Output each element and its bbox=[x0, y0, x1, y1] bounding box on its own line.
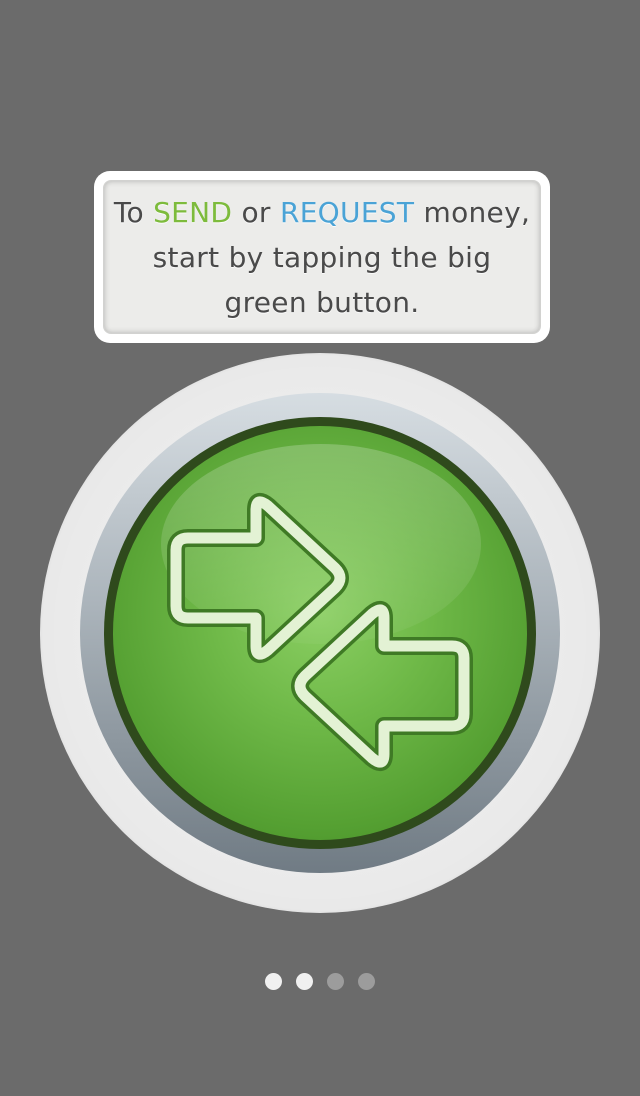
instruction-tooltip: To SEND or REQUEST money, start by tappi… bbox=[94, 171, 550, 343]
send-keyword: SEND bbox=[153, 195, 233, 229]
page-dot-1[interactable] bbox=[265, 973, 282, 990]
request-keyword: REQUEST bbox=[279, 195, 415, 229]
instruction-middle: or bbox=[232, 195, 280, 229]
instruction-line3: green button. bbox=[224, 285, 420, 319]
page-indicator bbox=[0, 973, 640, 991]
instruction-text: To SEND or REQUEST money, start by tappi… bbox=[114, 190, 530, 325]
page-dot-2[interactable] bbox=[296, 973, 313, 990]
send-request-button[interactable] bbox=[113, 426, 527, 840]
page-dot-4[interactable] bbox=[358, 973, 375, 990]
instruction-prefix: To bbox=[113, 195, 154, 229]
main-button-container bbox=[40, 353, 600, 913]
instruction-line2: start by tapping the big bbox=[152, 240, 492, 274]
instruction-panel: To SEND or REQUEST money, start by tappi… bbox=[103, 180, 541, 334]
page-dot-3[interactable] bbox=[327, 973, 344, 990]
exchange-arrows-icon bbox=[167, 492, 473, 772]
instruction-line1-suffix: money, bbox=[414, 195, 531, 229]
